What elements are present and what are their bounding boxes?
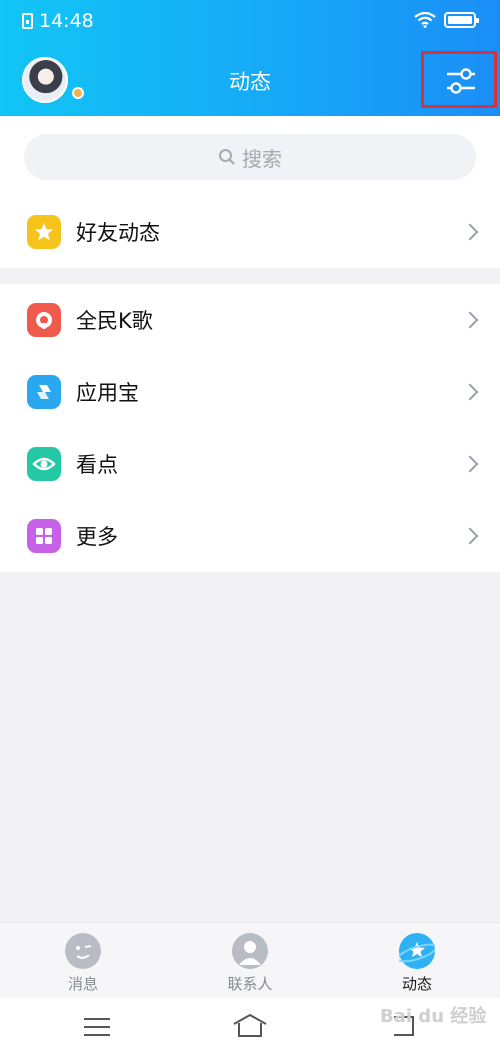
chevron-right-icon [461, 383, 479, 401]
chevron-right-icon [461, 223, 479, 241]
menu-label: 更多 [76, 525, 118, 549]
menu-group-apps: 全民K歌 应用宝 看点 更多 [0, 284, 500, 572]
app-store-icon [27, 375, 61, 409]
search-section: 搜索 [0, 116, 500, 196]
bottom-tab-bar: 消息 联系人 动态 [0, 922, 500, 998]
chevron-right-icon [461, 311, 479, 329]
menu-icon[interactable] [84, 1018, 110, 1036]
status-time: 14:48 [39, 10, 94, 32]
sim-card-icon [22, 13, 33, 29]
message-face-icon [65, 933, 101, 969]
tab-messages[interactable]: 消息 [23, 933, 143, 994]
menu-item-kandian[interactable]: 看点 [0, 428, 500, 500]
contact-person-icon [232, 933, 268, 969]
header: 14:48 动态 [0, 0, 500, 116]
menu-item-karaoke[interactable]: 全民K歌 [0, 284, 500, 356]
menu-group-friends: 好友动态 [0, 196, 500, 268]
menu-label: 应用宝 [76, 381, 139, 405]
menu-item-app-store[interactable]: 应用宝 [0, 356, 500, 428]
tab-label: 联系人 [227, 975, 273, 993]
menu-item-more[interactable]: 更多 [0, 500, 500, 572]
battery-icon [444, 12, 479, 28]
menu-label: 看点 [76, 453, 118, 477]
tab-label: 消息 [67, 975, 98, 993]
eye-icon [27, 447, 61, 481]
content: 搜索 好友动态 全民K歌 应用宝 看点 更多 [0, 116, 500, 572]
qzone-star-icon [27, 215, 61, 249]
menu-label: 全民K歌 [76, 309, 153, 333]
watermark: Bai du 经验 [380, 1006, 487, 1027]
tab-label: 动态 [401, 975, 432, 993]
grid-icon [27, 519, 61, 553]
chevron-right-icon [461, 527, 479, 545]
search-placeholder: 搜索 [242, 146, 282, 171]
sliders-icon [447, 68, 475, 94]
karaoke-icon [27, 303, 61, 337]
search-icon [219, 149, 235, 165]
wifi-icon [414, 12, 436, 28]
tab-feed[interactable]: 动态 [357, 933, 477, 994]
tab-contacts[interactable]: 联系人 [190, 933, 310, 994]
home-icon[interactable] [232, 1012, 268, 1038]
menu-label: 好友动态 [76, 221, 160, 245]
chevron-right-icon [461, 455, 479, 473]
settings-button[interactable] [421, 51, 497, 108]
group-divider [0, 268, 500, 284]
search-input[interactable]: 搜索 [24, 134, 476, 180]
planet-star-icon [396, 933, 438, 969]
menu-item-friend-feed[interactable]: 好友动态 [0, 196, 500, 268]
status-bar: 14:48 [0, 0, 500, 44]
